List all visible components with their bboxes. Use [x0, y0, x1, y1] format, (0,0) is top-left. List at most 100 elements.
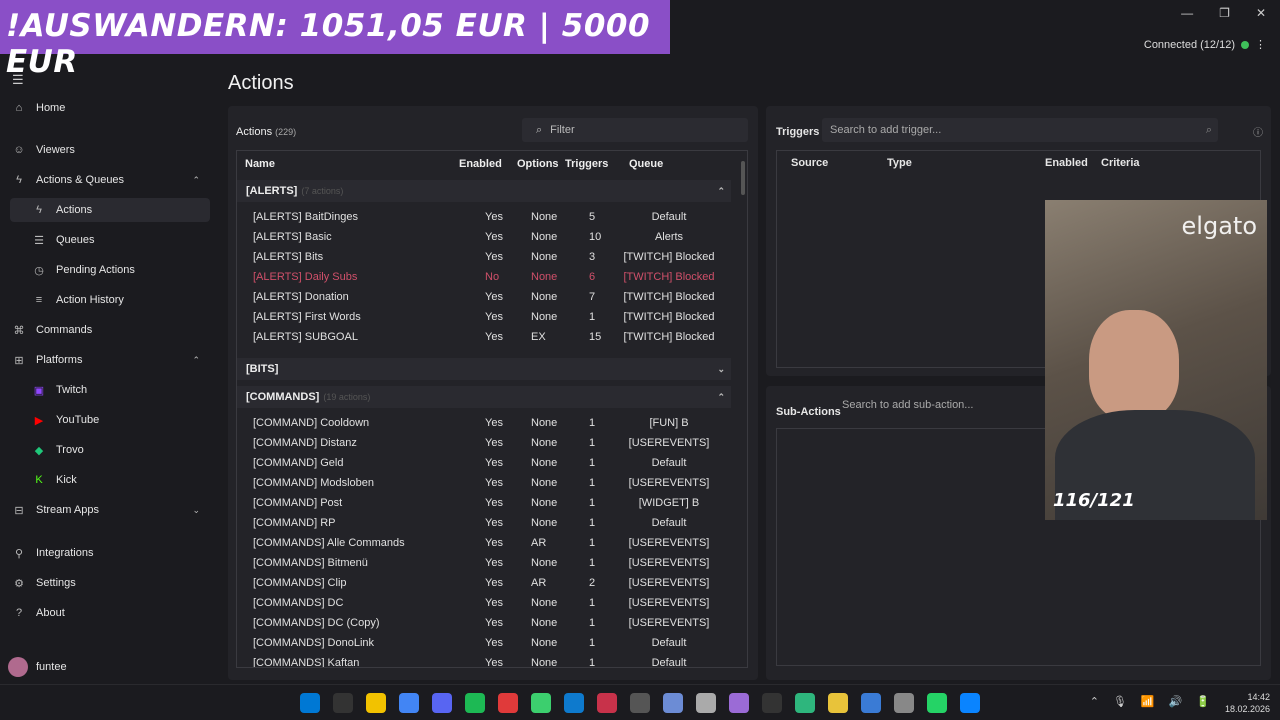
taskbar-app-icon[interactable] [762, 693, 782, 713]
mic-icon[interactable]: 🎙 [1113, 695, 1127, 708]
sidebar-item-actions[interactable]: ϟ Actions [10, 198, 210, 222]
taskbar-app-icon[interactable] [663, 693, 683, 713]
filter-input[interactable]: ⌕ Filter [522, 118, 748, 142]
maximize-button[interactable]: ❐ [1219, 6, 1230, 20]
col-queue[interactable]: Queue [629, 151, 663, 177]
taskbar-app-icon[interactable] [531, 693, 551, 713]
taskbar-app-icon[interactable] [861, 693, 881, 713]
connection-status[interactable]: Connected (12/12) ⋮ [1144, 38, 1266, 52]
taskbar-app-icon[interactable] [828, 693, 848, 713]
sidebar-item-home[interactable]: ⌂ Home [0, 96, 214, 120]
taskbar-app-icon[interactable] [333, 693, 353, 713]
sidebar-item-stream-apps[interactable]: ⊟ Stream Apps ⌄ [0, 498, 214, 522]
taskbar-app-icon[interactable] [729, 693, 749, 713]
sidebar-item-youtube[interactable]: ▶ YouTube [0, 408, 214, 432]
taskbar-app-icon[interactable] [696, 693, 716, 713]
table-row[interactable]: [COMMAND] Cooldown Yes None 1 [FUN] B [237, 413, 731, 433]
col-triggers[interactable]: Triggers [565, 151, 608, 177]
table-row[interactable]: [ALERTS] Basic Yes None 10 Alerts [237, 227, 731, 247]
more-icon[interactable]: ⋮ [1255, 38, 1266, 51]
table-row[interactable]: [COMMANDS] Clip Yes AR 2 [USEREVENTS] [237, 573, 731, 593]
cell-options: None [531, 417, 558, 429]
sidebar-item-pending-actions[interactable]: ◷ Pending Actions [0, 258, 214, 282]
table-row[interactable]: [ALERTS] Donation Yes None 7 [TWITCH] Blocke… [237, 287, 731, 307]
table-row[interactable]: [ALERTS] First Words Yes None 1 [TWITCH] Blo… [237, 307, 731, 327]
taskbar-app-icon[interactable] [795, 693, 815, 713]
chevron-up-icon[interactable]: ⌃ [717, 180, 725, 202]
table-row[interactable]: [COMMAND] Distanz Yes None 1 [USEREVENTS] [237, 433, 731, 453]
chevron-up-icon[interactable]: ⌃ [192, 175, 200, 186]
cell-options: None [531, 271, 558, 283]
col-criteria[interactable]: Criteria [1101, 157, 1140, 169]
taskbar-app-icon[interactable] [399, 693, 419, 713]
col-type[interactable]: Type [887, 157, 912, 169]
sidebar: ☰ ⌂ Home ☺ Viewers ϟ Actions & Queues ⌃ ϟ Action… [0, 60, 214, 685]
chevron-down-icon[interactable]: ⌄ [192, 505, 200, 516]
wifi-icon[interactable]: 📶 [1141, 695, 1155, 708]
taskbar-app-icon[interactable] [564, 693, 584, 713]
table-row[interactable]: [COMMAND] Modsloben Yes None 1 [USEREVENTS] [237, 473, 731, 493]
table-row[interactable]: [ALERTS] BaitDinges Yes None 5 Default [237, 207, 731, 227]
close-button[interactable]: ✕ [1256, 6, 1266, 20]
chevron-down-icon[interactable]: ⌄ [717, 358, 725, 380]
chevron-up-icon[interactable]: ⌃ [1090, 695, 1099, 708]
minimize-button[interactable]: — [1181, 6, 1193, 20]
sidebar-item-kick[interactable]: K Kick [0, 468, 214, 492]
trigger-search-input[interactable]: Search to add trigger... ⌕ [822, 118, 1218, 142]
col-source[interactable]: Source [791, 157, 828, 169]
taskbar-app-icon[interactable] [366, 693, 386, 713]
table-row[interactable]: [ALERTS] Bits Yes None 3 [TWITCH] Blocked [237, 247, 731, 267]
table-row[interactable]: [COMMANDS] DC (Copy) Yes None 1 [USEREVENTS] [237, 613, 731, 633]
taskbar-app-icon[interactable] [498, 693, 518, 713]
taskbar-app-icon[interactable] [432, 693, 452, 713]
col-enabled[interactable]: Enabled [459, 151, 502, 177]
subaction-search-input[interactable]: Search to add sub-action... [842, 399, 973, 411]
sidebar-item-settings[interactable]: ⚙ Settings [0, 571, 214, 595]
sidebar-item-actions-queues[interactable]: ϟ Actions & Queues ⌃ [0, 168, 214, 192]
system-tray[interactable]: ⌃ 🎙 📶 🔊 🔋 [1090, 695, 1210, 708]
volume-icon[interactable]: 🔊 [1169, 695, 1183, 708]
cell-name: [ALERTS] Donation [253, 291, 349, 303]
sidebar-item-viewers[interactable]: ☺ Viewers [0, 138, 214, 162]
cell-queue: [TWITCH] Blocked [623, 251, 715, 263]
sidebar-item-twitch[interactable]: ▣ Twitch [0, 378, 214, 402]
chevron-up-icon[interactable]: ⌃ [192, 355, 200, 366]
action-group[interactable]: [BITS] ⌄ [237, 358, 731, 380]
table-row[interactable]: [ALERTS] SUBGOAL Yes EX 15 [TWITCH] Blocked [237, 327, 731, 347]
col-trigger-enabled[interactable]: Enabled [1045, 157, 1088, 169]
table-row[interactable]: [COMMANDS] Bitmenü Yes None 1 [USEREVENTS] [237, 553, 731, 573]
table-row[interactable]: [COMMAND] Post Yes None 1 [WIDGET] B [237, 493, 731, 513]
sidebar-item-integrations[interactable]: ⚲ Integrations [0, 541, 214, 565]
table-row[interactable]: [COMMANDS] Alle Commands Yes AR 1 [USEREVENT… [237, 533, 731, 553]
taskbar-app-icon[interactable] [960, 693, 980, 713]
sidebar-item-platforms[interactable]: ⊞ Platforms ⌃ [0, 348, 214, 372]
battery-icon[interactable]: 🔋 [1196, 695, 1210, 708]
col-name[interactable]: Name [245, 151, 275, 177]
clock[interactable]: 14:42 18.02.2026 [1225, 691, 1270, 715]
table-row[interactable]: [COMMANDS] DC Yes None 1 [USEREVENTS] [237, 593, 731, 613]
action-group[interactable]: [ALERTS] (7 actions) ⌃ [237, 180, 731, 202]
table-row[interactable]: [COMMANDS] Kaftan Yes None 1 Default [237, 653, 731, 667]
sidebar-item-trovo[interactable]: ◆ Trovo [0, 438, 214, 462]
info-icon[interactable]: ⓘ [1253, 124, 1263, 139]
user-menu[interactable]: funtee [8, 657, 67, 677]
sidebar-item-queues[interactable]: ☰ Queues [0, 228, 214, 252]
table-row[interactable]: [COMMAND] Geld Yes None 1 Default [237, 453, 731, 473]
taskbar-app-icon[interactable] [465, 693, 485, 713]
table-row[interactable]: [COMMANDS] DonoLink Yes None 1 Default [237, 633, 731, 653]
taskbar-app-icon[interactable] [894, 693, 914, 713]
sidebar-item-about[interactable]: ? About [0, 601, 214, 625]
scrollbar[interactable] [741, 161, 745, 195]
table-row[interactable]: [ALERTS] Daily Subs No None 6 [TWITCH] Block… [237, 267, 731, 287]
col-options[interactable]: Options [517, 151, 559, 177]
table-row[interactable]: [COMMAND] RP Yes None 1 Default [237, 513, 731, 533]
sidebar-item-commands[interactable]: ⌘ Commands [0, 318, 214, 342]
sidebar-item-action-history[interactable]: ≡ Action History [0, 288, 214, 312]
taskbar-app-icon[interactable] [927, 693, 947, 713]
taskbar-app-icon[interactable] [630, 693, 650, 713]
taskbar-app-icon[interactable] [597, 693, 617, 713]
chevron-up-icon[interactable]: ⌃ [717, 386, 725, 408]
history-icon: ≡ [35, 294, 43, 306]
action-group[interactable]: [COMMANDS] (19 actions) ⌃ [237, 386, 731, 408]
taskbar-app-icon[interactable] [300, 693, 320, 713]
